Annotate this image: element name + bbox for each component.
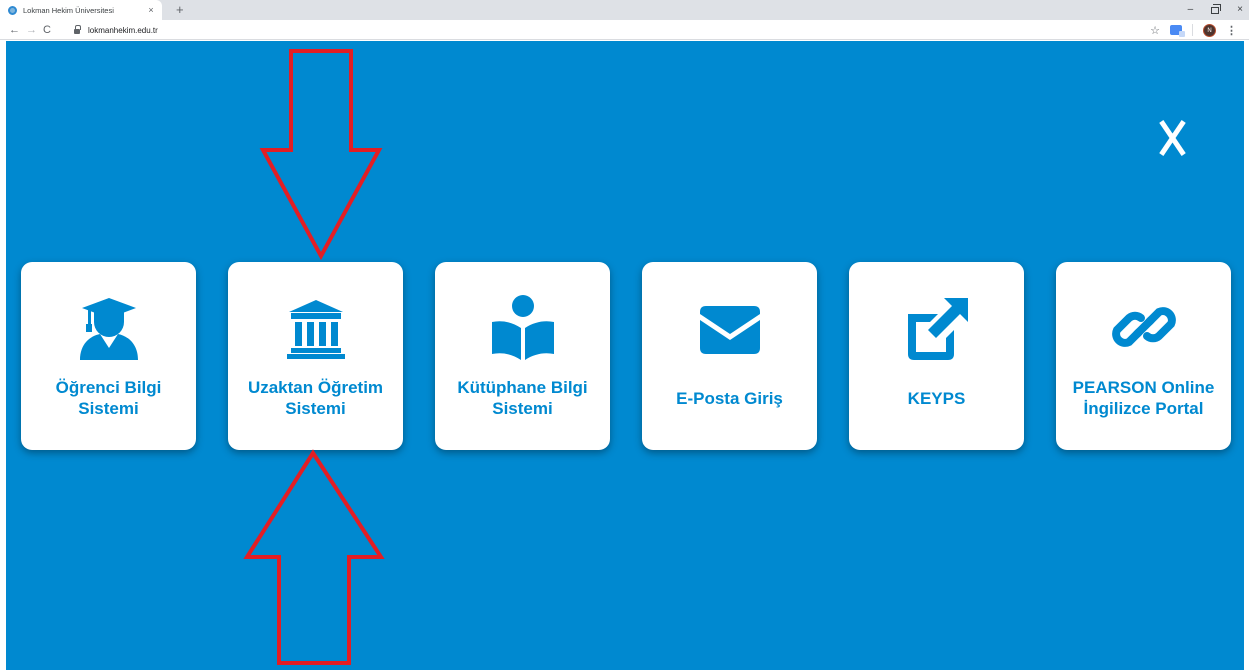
- restore-button[interactable]: [1211, 3, 1222, 14]
- institution-building-icon: [281, 292, 351, 362]
- card-label: KEYPS: [907, 388, 966, 408]
- back-button[interactable]: ←: [9, 20, 20, 40]
- tab-title: Lokman Hekim Üniversitesi: [23, 5, 114, 15]
- site-favicon-icon: [8, 5, 17, 15]
- close-overlay-icon[interactable]: [1154, 120, 1190, 156]
- card-label: E-Posta Giriş: [676, 388, 783, 408]
- card-keyps[interactable]: KEYPS: [849, 262, 1024, 450]
- new-tab-button[interactable]: +: [176, 1, 184, 19]
- card-kutuphane-bilgi-sistemi[interactable]: Kütüphane Bilgi Sistemi: [435, 262, 610, 450]
- toolbar-divider: [1192, 24, 1193, 36]
- graduation-cap-student-icon: [74, 292, 144, 362]
- address-bar[interactable]: lokmanhekim.edu.tr: [62, 22, 1062, 38]
- forward-button[interactable]: →: [26, 20, 37, 40]
- card-ogrenci-bilgi-sistemi[interactable]: Öğrenci Bilgi Sistemi: [21, 262, 196, 450]
- toolbar-actions: ☆ N ⋮: [1150, 20, 1237, 40]
- translate-icon[interactable]: [1170, 25, 1185, 37]
- card-e-posta-giris[interactable]: E-Posta Giriş: [642, 262, 817, 450]
- lock-icon[interactable]: [74, 25, 81, 34]
- tab-strip: Lokman Hekim Üniversitesi × + – ×: [0, 0, 1249, 20]
- external-link-icon: [902, 292, 972, 362]
- window-close-button[interactable]: ×: [1237, 0, 1243, 20]
- envelope-icon: [695, 292, 765, 362]
- card-uzaktan-ogretim-sistemi[interactable]: Uzaktan Öğretim Sistemi: [228, 262, 403, 450]
- reload-button[interactable]: C: [43, 20, 51, 40]
- browser-toolbar: ← → C lokmanhekim.edu.tr ☆ N ⋮: [0, 20, 1249, 40]
- window-controls: – ×: [1188, 0, 1243, 20]
- card-label: Öğrenci Bilgi Sistemi: [55, 378, 162, 418]
- tab-close-icon[interactable]: ×: [144, 5, 158, 15]
- card-pearson-online-ingilizce-portal[interactable]: PEARSON Online İngilizce Portal: [1056, 262, 1231, 450]
- card-label: Kütüphane Bilgi Sistemi: [457, 378, 588, 418]
- card-label: Uzaktan Öğretim Sistemi: [247, 378, 384, 418]
- chain-link-icon: [1109, 292, 1179, 362]
- reader-book-icon: [488, 292, 558, 362]
- card-label: PEARSON Online İngilizce Portal: [1072, 378, 1215, 418]
- browser-tab[interactable]: Lokman Hekim Üniversitesi ×: [0, 0, 162, 20]
- bookmark-star-icon[interactable]: ☆: [1150, 24, 1160, 37]
- minimize-button[interactable]: –: [1188, 0, 1194, 20]
- url-text[interactable]: lokmanhekim.edu.tr: [88, 26, 158, 35]
- browser-menu-icon[interactable]: ⋮: [1226, 24, 1237, 37]
- profile-avatar[interactable]: N: [1203, 23, 1216, 37]
